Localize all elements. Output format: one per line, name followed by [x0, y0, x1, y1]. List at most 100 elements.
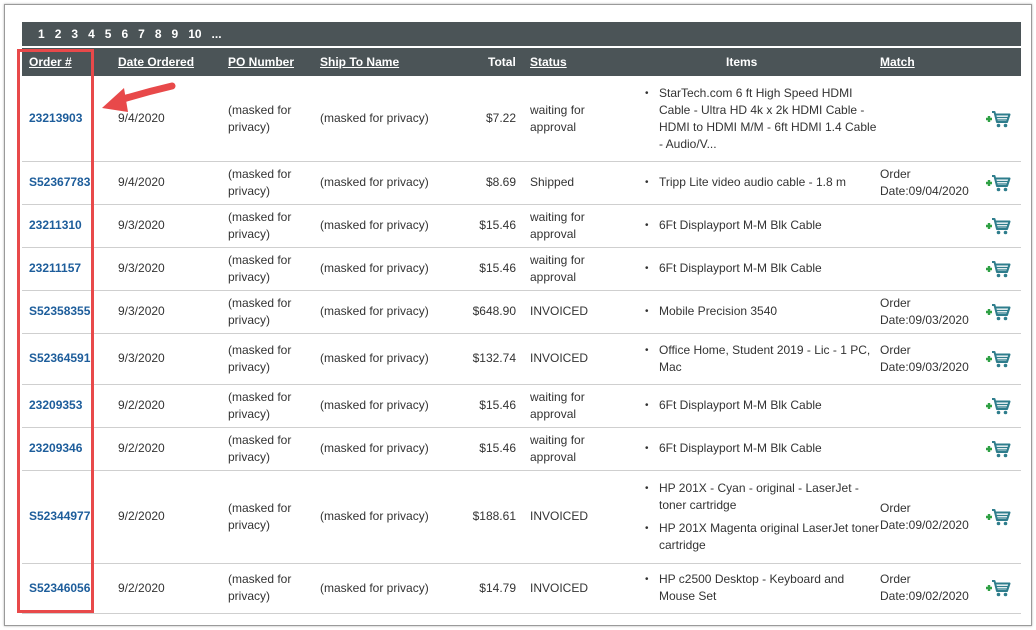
order-number-link[interactable]: 23209346 [29, 427, 109, 470]
order-number-link-text[interactable]: 23209346 [29, 440, 82, 457]
match-info-text: Order Date:09/04/2020 [880, 166, 969, 198]
page-link-2[interactable]: 2 [55, 27, 62, 41]
date-ordered: 9/3/2020 [118, 247, 218, 290]
order-number-link[interactable]: S52346056 [29, 563, 109, 613]
order-status: INVOICED [530, 563, 630, 613]
page-link-9[interactable]: 9 [172, 27, 179, 41]
match-info: Order Date:09/03/2020 [880, 290, 980, 333]
page-link-4[interactable]: 4 [88, 27, 95, 41]
header-match[interactable]: Match [880, 55, 915, 69]
date-ordered: 9/4/2020 [118, 161, 218, 204]
list-item: Tripp Lite video audio cable - 1.8 m [644, 174, 846, 191]
po-number-text: (masked for privacy) [228, 252, 292, 284]
page-link-more[interactable]: ... [212, 27, 222, 41]
add-to-cart-icon[interactable] [984, 204, 1012, 247]
date-ordered: 9/2/2020 [118, 427, 218, 470]
order-number-link[interactable]: 23209353 [29, 384, 109, 427]
date-ordered: 9/2/2020 [118, 384, 218, 427]
order-number-link-text[interactable]: S52367783 [29, 174, 90, 191]
order-number-link-text[interactable]: S52364591 [29, 350, 90, 367]
header-order-number[interactable]: Order # [29, 55, 72, 69]
match-info [880, 76, 980, 161]
table-row: S52358355 9/3/2020 (masked for privacy) (ma… [22, 290, 1021, 334]
date-ordered: 9/3/2020 [118, 204, 218, 247]
table-row: 23213903 9/4/2020 (masked for privacy) (mas… [22, 76, 1021, 162]
po-number: (masked for privacy) [228, 427, 316, 470]
order-number-link[interactable]: 23211157 [29, 247, 109, 290]
order-number-link[interactable]: 23213903 [29, 76, 109, 161]
header-po-number[interactable]: PO Number [228, 55, 294, 69]
table-row: S52344977 9/2/2020 (masked for privacy) (ma… [22, 470, 1021, 564]
order-total-text: $15.46 [479, 261, 516, 275]
order-number-link[interactable]: S52367783 [29, 161, 109, 204]
add-to-cart-icon[interactable] [984, 427, 1012, 470]
match-info-text: Order Date:09/03/2020 [880, 342, 969, 374]
items-list: 6Ft Displayport M-M Blk Cable [644, 258, 822, 279]
order-number-link-text[interactable]: 23213903 [29, 110, 82, 127]
date-ordered-text: 9/3/2020 [118, 304, 165, 318]
page-link-8[interactable]: 8 [155, 27, 162, 41]
order-status-text: Shipped [530, 175, 575, 189]
order-total-text: $15.46 [479, 441, 516, 455]
po-number: (masked for privacy) [228, 247, 316, 290]
date-ordered-text: 9/3/2020 [118, 218, 165, 232]
items-list: Office Home, Student 2019 - Lic - 1 PC, … [644, 340, 880, 378]
date-ordered: 9/2/2020 [118, 563, 218, 613]
order-number-link-text[interactable]: 23211157 [29, 260, 81, 277]
match-info-text: Order Date:09/02/2020 [880, 500, 969, 532]
order-number-link[interactable]: S52358355 [29, 290, 109, 333]
order-number-link[interactable]: S52344977 [29, 470, 109, 563]
match-info [880, 204, 980, 247]
add-to-cart-icon[interactable] [984, 290, 1012, 333]
order-number-link-text[interactable]: 23211310 [29, 217, 82, 234]
order-number-link[interactable]: S52364591 [29, 333, 109, 384]
list-item: Mobile Precision 3540 [644, 303, 777, 320]
list-item: 6Ft Displayport M-M Blk Cable [644, 217, 822, 234]
match-info-text: Order Date:09/03/2020 [880, 295, 969, 327]
add-to-cart-icon[interactable] [984, 247, 1012, 290]
order-total: $648.90 [456, 290, 516, 333]
date-ordered-text: 9/2/2020 [118, 441, 165, 455]
items-list: Tripp Lite video audio cable - 1.8 m [644, 172, 846, 193]
header-ship-to-name[interactable]: Ship To Name [320, 55, 399, 69]
ship-to-name-text: (masked for privacy) [320, 398, 429, 412]
add-to-cart-icon[interactable] [984, 333, 1012, 384]
header-date-ordered[interactable]: Date Ordered [118, 55, 194, 69]
order-number-link-text[interactable]: 23209353 [29, 397, 82, 414]
header-status[interactable]: Status [530, 55, 567, 69]
order-number-link[interactable]: 23211310 [29, 204, 109, 247]
date-ordered: 9/4/2020 [118, 76, 218, 161]
add-to-cart-icon[interactable] [984, 161, 1012, 204]
ship-to-name-text: (masked for privacy) [320, 509, 429, 523]
list-item: 6Ft Displayport M-M Blk Cable [644, 260, 822, 277]
order-status: waiting for approval [530, 427, 630, 470]
order-number-link-text[interactable]: S52358355 [29, 303, 90, 320]
page-link-3[interactable]: 3 [71, 27, 78, 41]
date-ordered-text: 9/3/2020 [118, 351, 165, 365]
page-link-7[interactable]: 7 [138, 27, 145, 41]
date-ordered-text: 9/3/2020 [118, 261, 165, 275]
add-to-cart-icon[interactable] [984, 563, 1012, 613]
date-ordered: 9/3/2020 [118, 290, 218, 333]
order-status: waiting for approval [530, 76, 630, 161]
ship-to-name-text: (masked for privacy) [320, 218, 429, 232]
page-link-6[interactable]: 6 [121, 27, 128, 41]
order-number-link-text[interactable]: S52346056 [29, 580, 90, 597]
order-total: $132.74 [456, 333, 516, 384]
order-status-text: INVOICED [530, 580, 589, 595]
match-info: Order Date:09/04/2020 [880, 161, 980, 204]
table-row: S52364591 9/3/2020 (masked for privacy) (ma… [22, 333, 1021, 385]
page-link-5[interactable]: 5 [105, 27, 112, 41]
add-to-cart-icon[interactable] [984, 384, 1012, 427]
order-total-text: $8.69 [485, 175, 516, 189]
po-number: (masked for privacy) [228, 76, 316, 161]
add-to-cart-icon[interactable] [984, 76, 1012, 161]
order-total-text: $7.22 [485, 111, 516, 125]
page-link-10[interactable]: 10 [188, 27, 201, 41]
po-number-text: (masked for privacy) [228, 295, 292, 327]
order-number-link-text[interactable]: S52344977 [29, 508, 90, 525]
add-to-cart-icon[interactable] [984, 470, 1012, 563]
ship-to-name-text: (masked for privacy) [320, 351, 429, 365]
po-number: (masked for privacy) [228, 333, 316, 384]
page-link-1[interactable]: 1 [38, 27, 45, 41]
